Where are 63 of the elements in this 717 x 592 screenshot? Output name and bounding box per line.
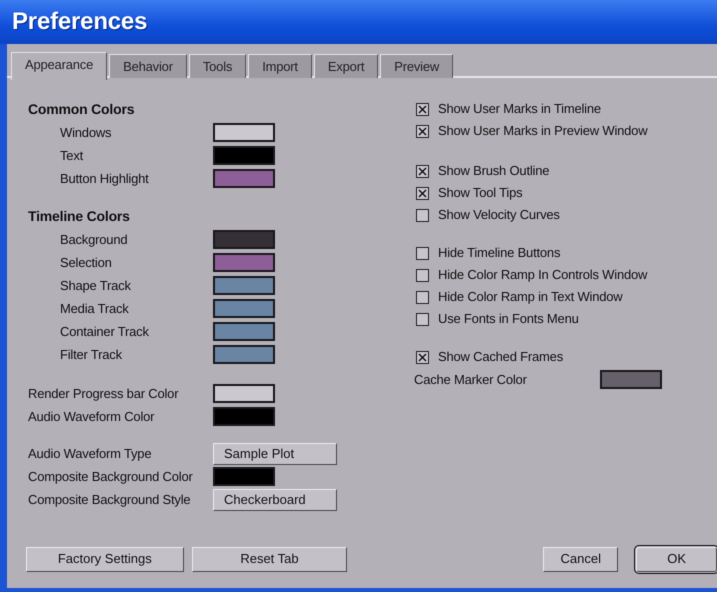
checkbox[interactable] (416, 102, 429, 116)
color-label: Container Track (60, 324, 149, 339)
ok-button[interactable]: OK (636, 546, 717, 572)
setting-label: Composite Background Color (28, 468, 193, 484)
color-label: Button Highlight (60, 170, 149, 186)
setting-label: Audio Waveform Color (28, 408, 154, 424)
checkbox-label: Show Cached Frames (438, 348, 564, 366)
color-swatch[interactable] (213, 276, 275, 295)
tab[interactable]: Preview (380, 54, 454, 78)
color-swatch[interactable] (213, 467, 275, 486)
color-swatch[interactable] (213, 407, 275, 426)
color-swatch[interactable] (213, 146, 275, 165)
checkbox[interactable] (416, 350, 429, 364)
color-label: Shape Track (60, 278, 131, 293)
color-label: Media Track (60, 300, 129, 316)
color-swatch[interactable] (213, 299, 275, 318)
checkbox-label: Show Brush Outline (438, 162, 550, 180)
setting-label: Audio Waveform Type (28, 446, 152, 461)
checkbox[interactable] (416, 124, 429, 138)
checkbox-label: Use Fonts in Fonts Menu (438, 310, 579, 328)
color-swatch[interactable] (213, 322, 275, 341)
setting-label: Render Progress bar Color (28, 386, 178, 401)
section-heading: Timeline Colors (28, 207, 131, 226)
checkbox[interactable] (416, 208, 429, 222)
section-heading: Common Colors (28, 100, 136, 119)
dialog-button[interactable]: Factory Settings (26, 546, 184, 572)
checkbox-label: Hide Color Ramp In Controls Window (438, 266, 648, 284)
color-label: Text (60, 148, 84, 163)
tab[interactable]: Export (314, 54, 378, 78)
color-label: Filter Track (60, 346, 122, 362)
color-swatch[interactable] (213, 230, 275, 249)
checkbox[interactable] (416, 268, 429, 282)
color-swatch[interactable] (213, 345, 275, 364)
color-swatch[interactable] (213, 123, 275, 142)
checkbox-label: Hide Timeline Buttons (438, 244, 560, 262)
setting-label: Composite Background Style (28, 492, 190, 507)
color-swatch[interactable] (600, 370, 662, 389)
checkbox[interactable] (416, 312, 429, 326)
checkbox[interactable] (416, 246, 429, 260)
tab[interactable]: Appearance (11, 52, 108, 80)
color-label: Background (60, 232, 128, 247)
choice-button[interactable]: Sample Plot (213, 442, 337, 464)
checkbox-label: Hide Color Ramp in Text Window (438, 288, 622, 306)
checkbox[interactable] (416, 164, 429, 178)
color-label: Windows (60, 124, 112, 140)
color-label: Selection (60, 254, 112, 270)
checkbox-label: Show Velocity Curves (438, 206, 560, 224)
color-swatch[interactable] (213, 253, 275, 272)
color-swatch[interactable] (213, 384, 275, 403)
dialog-button[interactable]: Cancel (543, 546, 618, 572)
setting-label: Cache Marker Color (414, 372, 527, 387)
tab[interactable]: Tools (188, 54, 246, 78)
tab[interactable]: Behavior (109, 54, 187, 78)
checkbox-label: Show User Marks in Timeline (438, 100, 601, 118)
checkbox-label: Show User Marks in Preview Window (438, 122, 648, 140)
dialog-button[interactable]: Reset Tab (192, 546, 348, 572)
window-title: Preferences (12, 8, 148, 35)
color-swatch[interactable] (213, 169, 275, 188)
choice-button[interactable]: Checkerboard (213, 488, 337, 510)
tab[interactable]: Import (248, 54, 312, 78)
checkbox[interactable] (416, 186, 429, 200)
checkbox[interactable] (416, 290, 429, 304)
checkbox-label: Show Tool Tips (438, 184, 522, 202)
